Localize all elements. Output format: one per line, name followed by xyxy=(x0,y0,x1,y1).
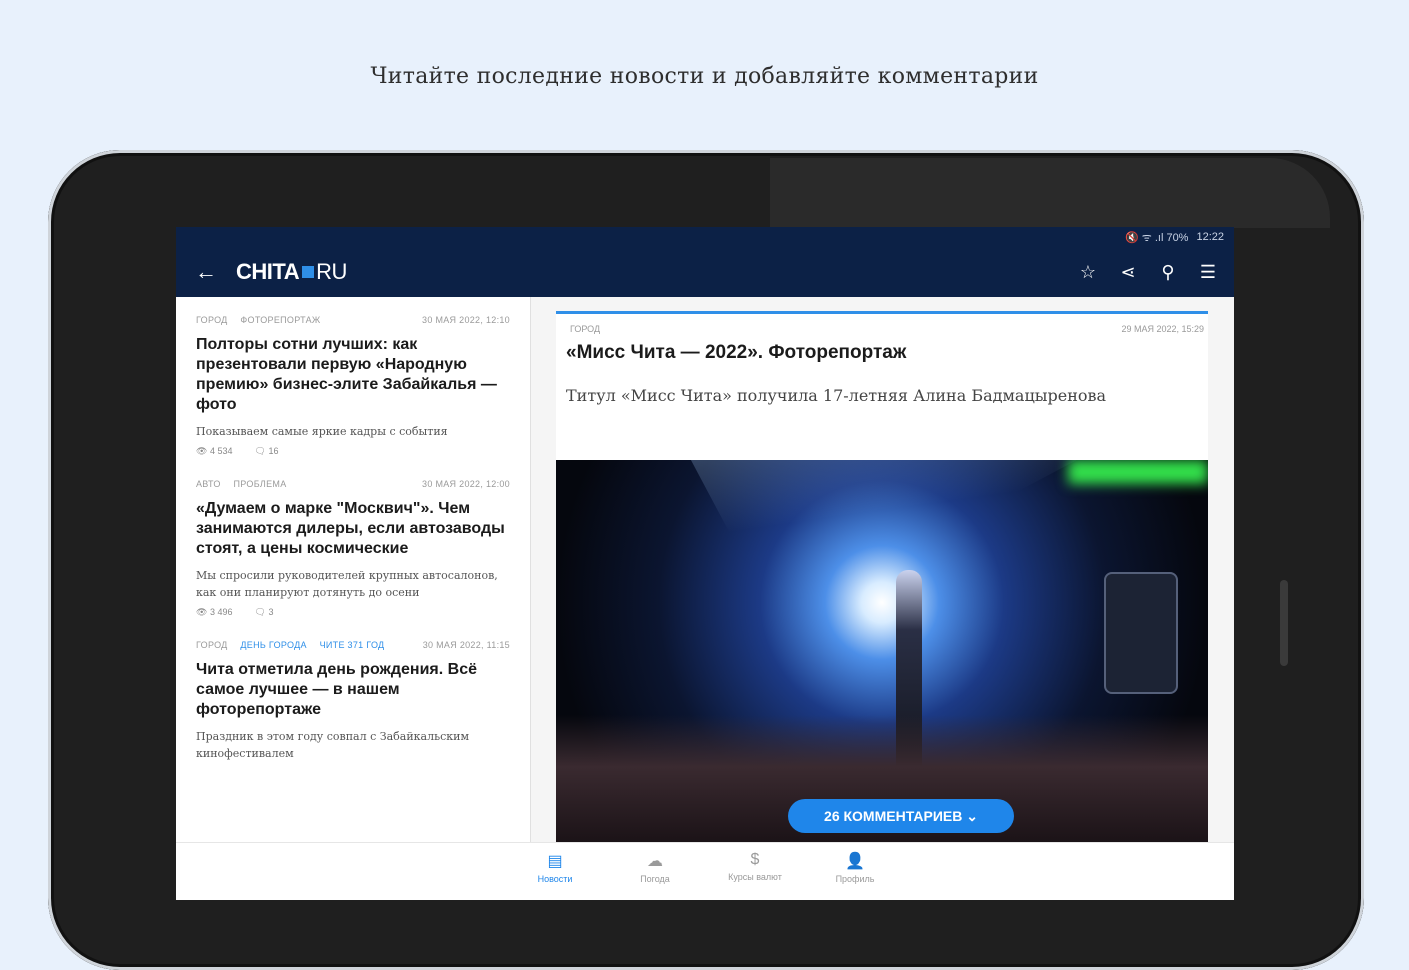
eye-icon: 👁 xyxy=(196,446,208,456)
content-area: ГОРОД ФОТОРЕПОРТАЖ 30 МАЯ 2022, 12:10 По… xyxy=(176,297,1234,845)
logo-square-icon xyxy=(302,266,315,278)
eye-icon: 👁 xyxy=(196,607,208,617)
nav-currency[interactable]: $ Курсы валют xyxy=(725,843,785,900)
tablet-side-button xyxy=(1280,580,1288,666)
news-meta: ГОРОД ДЕНЬ ГОРОДА ЧИТЕ 371 ГОД 30 МАЯ 20… xyxy=(196,640,510,650)
promo-caption: Читайте последние новости и добавляйте к… xyxy=(370,64,1039,89)
news-feed[interactable]: ГОРОД ФОТОРЕПОРТАЖ 30 МАЯ 2022, 12:10 По… xyxy=(176,297,531,842)
news-tag[interactable]: ГОРОД xyxy=(196,640,228,650)
news-meta: ГОРОД ФОТОРЕПОРТАЖ 30 МАЯ 2022, 12:10 xyxy=(196,315,510,325)
comments-count: 🗨 3 xyxy=(254,607,273,618)
article-tag[interactable]: ГОРОД xyxy=(570,324,600,334)
article-photo[interactable]: 26 КОММЕНТАРИЕВ ⌄ xyxy=(556,460,1208,845)
logo-main: CHITA xyxy=(236,259,300,284)
news-tag[interactable]: ПРОБЛЕМА xyxy=(234,479,287,489)
article-lead: Титул «Мисс Чита» получила 17-летняя Али… xyxy=(566,386,1107,405)
star-icon[interactable]: ☆ xyxy=(1076,262,1100,283)
news-tag-highlight[interactable]: ДЕНЬ ГОРОДА xyxy=(240,640,306,650)
news-stats: 👁 3 496 🗨 3 xyxy=(196,607,510,618)
comment-icon: 🗨 xyxy=(254,607,266,617)
views-count: 👁 4 534 xyxy=(196,446,232,457)
news-tag[interactable]: АВТО xyxy=(196,479,221,489)
app-bar-actions: ☆ ⋖ ⚲ ☰ xyxy=(1076,247,1220,297)
status-icons: 🔇 ᯤ .ıl 70% xyxy=(1124,231,1189,244)
news-meta: АВТО ПРОБЛЕМА 30 МАЯ 2022, 12:00 xyxy=(196,479,510,489)
news-title[interactable]: Чита отметила день рождения. Всё самое л… xyxy=(196,660,510,720)
photo-green-light xyxy=(1068,460,1208,484)
news-tag[interactable]: ФОТОРЕПОРТАЖ xyxy=(240,315,320,325)
news-tag[interactable]: ГОРОД xyxy=(196,315,228,325)
newspaper-icon: ▤ xyxy=(547,853,563,870)
status-time: 12:22 xyxy=(1196,231,1224,243)
news-title[interactable]: Полторы сотни лучших: как презентовали п… xyxy=(196,335,510,415)
article-date: 29 МАЯ 2022, 15:29 xyxy=(1121,324,1204,334)
photo-light-beam xyxy=(682,460,1094,620)
news-title[interactable]: «Думаем о марке "Москвич"». Чем занимают… xyxy=(196,499,510,559)
photo-phone-silhouette xyxy=(1104,572,1178,694)
comments-value: 16 xyxy=(268,446,279,456)
news-item[interactable]: ГОРОД ФОТОРЕПОРТАЖ 30 МАЯ 2022, 12:10 По… xyxy=(176,297,530,457)
views-value: 3 496 xyxy=(209,607,233,617)
news-tags: ГОРОД ДЕНЬ ГОРОДА ЧИТЕ 371 ГОД xyxy=(196,640,394,650)
currency-icon: $ xyxy=(750,851,760,868)
arrow-left-icon[interactable]: ← xyxy=(176,259,236,285)
tablet-highlight xyxy=(770,158,1330,228)
news-tag-highlight[interactable]: ЧИТЕ 371 ГОД xyxy=(320,640,385,650)
cloud-icon: ☁ xyxy=(647,853,663,870)
comments-count: 🗨 16 xyxy=(254,446,278,457)
search-icon[interactable]: ⚲ xyxy=(1156,262,1180,283)
news-subtitle: Мы спросили руководителей крупных автоса… xyxy=(196,569,498,599)
logo-ru: RU xyxy=(316,259,347,284)
article-title: «Мисс Чита — 2022». Фоторепортаж xyxy=(566,342,907,363)
news-stats: 👁 4 534 🗨 16 xyxy=(196,446,510,457)
nav-profile[interactable]: 👤 Профиль xyxy=(825,843,885,900)
nav-label: Профиль xyxy=(835,874,875,884)
news-item[interactable]: АВТО ПРОБЛЕМА 30 МАЯ 2022, 12:00 «Думаем… xyxy=(176,479,530,618)
news-subtitle: Показываем самые яркие кадры с события xyxy=(196,425,448,438)
comment-icon: 🗨 xyxy=(254,446,266,456)
nav-weather[interactable]: ☁ Погода xyxy=(625,843,685,900)
bottom-navigation: ▤ Новости ☁ Погода $ Курсы валют 👤 Профи… xyxy=(176,842,1234,900)
menu-icon[interactable]: ☰ xyxy=(1196,262,1220,283)
nav-news[interactable]: ▤ Новости xyxy=(525,843,585,900)
nav-label: Курсы валют xyxy=(728,872,782,882)
comments-button[interactable]: 26 КОММЕНТАРИЕВ ⌄ xyxy=(788,799,1014,833)
article-meta: ГОРОД 29 МАЯ 2022, 15:29 xyxy=(556,314,1208,334)
app-logo[interactable]: CHITA RU xyxy=(236,259,347,285)
news-item[interactable]: ГОРОД ДЕНЬ ГОРОДА ЧИТЕ 371 ГОД 30 МАЯ 20… xyxy=(176,640,530,762)
nav-label: Погода xyxy=(640,874,670,884)
views-count: 👁 3 496 xyxy=(196,607,232,618)
article-panel: ГОРОД 29 МАЯ 2022, 15:29 «Мисс Чита — 20… xyxy=(556,311,1208,845)
status-bar: 🔇 ᯤ .ıl 70% 12:22 xyxy=(176,227,1234,247)
comments-value: 3 xyxy=(268,607,274,617)
views-value: 4 534 xyxy=(209,446,233,456)
app-screen: 🔇 ᯤ .ıl 70% 12:22 ← CHITA RU ☆ ⋖ ⚲ ☰ ГОР… xyxy=(176,227,1234,900)
news-tags: АВТО ПРОБЛЕМА xyxy=(196,479,297,489)
share-icon[interactable]: ⋖ xyxy=(1116,262,1140,283)
news-date: 30 МАЯ 2022, 12:00 xyxy=(422,479,510,489)
user-icon: 👤 xyxy=(845,853,865,870)
news-subtitle: Праздник в этом году совпал с Забайкальс… xyxy=(196,730,470,760)
nav-label: Новости xyxy=(537,874,573,884)
news-tags: ГОРОД ФОТОРЕПОРТАЖ xyxy=(196,315,331,325)
app-bar: ← CHITA RU ☆ ⋖ ⚲ ☰ xyxy=(176,247,1234,297)
news-date: 30 МАЯ 2022, 12:10 xyxy=(422,315,510,325)
news-date: 30 МАЯ 2022, 11:15 xyxy=(422,640,510,650)
